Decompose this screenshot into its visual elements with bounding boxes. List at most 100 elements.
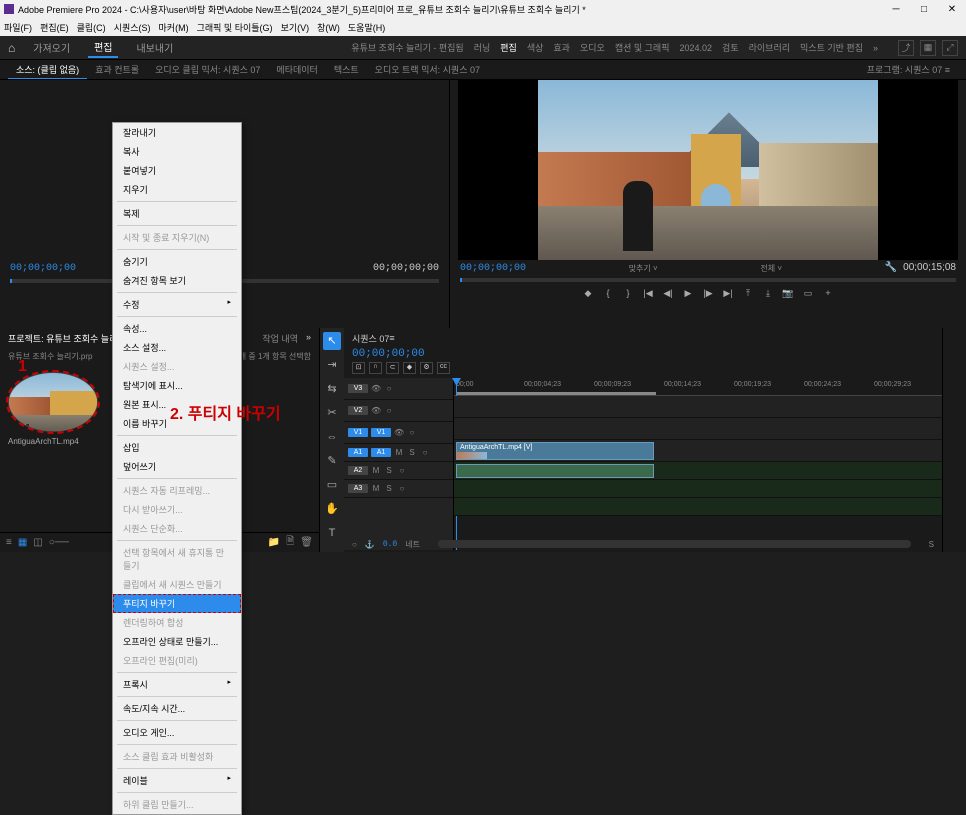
play-button[interactable]: ▶ [681,288,695,302]
add-marker-icon[interactable]: ◆ [581,288,595,302]
export-icon[interactable]: ⤴ [898,40,914,56]
menu-item[interactable]: 푸티지 바꾸기 [113,594,241,613]
maximize-button[interactable]: □ [914,4,934,15]
razor-tool-icon[interactable]: ✂ [323,404,341,422]
mute-icon[interactable]: M [371,484,381,493]
go-out-icon[interactable]: ▶| [721,288,735,302]
tab-audio-clip-mixer[interactable]: 오디오 클립 믹서: 시퀀스 07 [147,61,268,78]
tl-track-v3[interactable] [454,396,942,418]
trash-icon[interactable]: 🗑 [300,537,313,548]
mute-icon[interactable]: M [394,448,404,457]
tl-track-a2[interactable] [454,480,942,498]
tl-toggle-link[interactable]: ⊂ [386,362,399,374]
task-tab[interactable]: 작업 내역 [262,332,298,345]
src-a1[interactable]: A1 [348,448,368,457]
zoom-slider[interactable]: ○── [49,537,69,548]
ws-review[interactable]: 검토 [722,41,739,54]
solo-icon[interactable]: S [929,540,934,549]
menu-item[interactable]: 수정 [113,295,241,314]
export-frame-icon[interactable]: 📷 [781,288,795,302]
timeline-ruler[interactable]: 00;00 00;00;04;23 00;00;09;23 00;00;14;2… [454,378,942,396]
eye-icon[interactable]: 👁 [394,428,404,437]
close-button[interactable]: ✕ [942,4,962,15]
hand-tool-icon[interactable]: ✋ [323,500,341,518]
ws-learning[interactable]: 러닝 [474,41,491,54]
tab-effect-controls[interactable]: 효과 컨트롤 [87,61,147,78]
mark-in-icon[interactable]: { [601,288,615,302]
track-a3[interactable]: A3 [348,484,368,493]
solo-icon[interactable]: S [407,448,417,457]
menu-item[interactable]: 잘라내기 [113,123,241,142]
tab-program[interactable]: 프로그램: 시퀀스 07 ≡ [859,61,958,78]
menu-item[interactable]: 지우기 [113,180,241,199]
tab-text[interactable]: 텍스트 [326,61,367,78]
tl-toggle-cc[interactable]: cc [437,362,450,374]
go-in-icon[interactable]: |◀ [641,288,655,302]
program-scrubber[interactable] [460,278,956,282]
menu-item[interactable]: 프록시 [113,675,241,694]
step-fwd-icon[interactable]: |▶ [701,288,715,302]
track-v1[interactable]: V1 [371,428,391,437]
src-v1[interactable]: V1 [348,428,368,437]
mute-icon[interactable]: M [371,466,381,475]
source-tc-left[interactable]: 00;00;00;00 [10,263,76,274]
ws-export[interactable]: 내보내기 [130,38,179,57]
new-item-icon[interactable]: 🗎 [286,534,294,551]
menu-marker[interactable]: 마커(M) [159,21,189,34]
ws-library[interactable]: 라이브러리 [749,41,790,54]
workspace-icon[interactable]: ▦ [920,40,936,56]
minimize-button[interactable]: ─ [886,4,906,15]
tl-toggle-settings[interactable]: ⚙ [420,362,433,374]
track-a2[interactable]: A2 [348,466,368,475]
menu-file[interactable]: 파일(F) [4,21,32,34]
tab-source[interactable]: 소스: (클립 없음) [8,61,87,79]
program-preview[interactable] [458,80,958,260]
anchor-icon[interactable]: ⚓ [365,540,375,549]
menu-item[interactable]: 오디오 게인... [113,723,241,742]
menu-item[interactable]: 탐색기에 표시... [113,376,241,395]
tab-metadata[interactable]: 메타데이터 [268,61,325,78]
menu-item[interactable]: 속도/지속 시간... [113,699,241,718]
menu-item[interactable]: 삽입 [113,438,241,457]
menu-item[interactable]: 복제 [113,204,241,223]
fullscreen-icon[interactable]: ⤢ [942,40,958,56]
circle-icon[interactable]: ○ [352,540,357,549]
menu-item[interactable]: 붙여넣기 [113,161,241,180]
ws-color[interactable]: 색상 [527,41,544,54]
menu-item[interactable]: 소스 설정... [113,338,241,357]
menu-graphics[interactable]: 그래픽 및 타이틀(G) [197,21,273,34]
ws-captions[interactable]: 캡션 및 그래픽 [615,41,670,54]
icon-view-icon[interactable]: ▦ [18,537,27,548]
extract-icon[interactable]: ⤓ [761,288,775,302]
selection-tool-icon[interactable]: ↖ [323,332,341,350]
solo-icon[interactable]: S [384,484,394,493]
program-fit[interactable]: 맞추기 [629,264,651,273]
type-tool-icon[interactable]: T [323,524,341,542]
step-back-icon[interactable]: ◀| [661,288,675,302]
home-icon[interactable]: ⌂ [8,41,15,55]
clip-video[interactable]: AntiguaArchTL.mp4 [V] [456,442,654,460]
program-tc-left[interactable]: 00;00;00;00 [460,263,526,274]
mark-out-icon[interactable]: } [621,288,635,302]
menu-view[interactable]: 보기(V) [281,21,310,34]
menu-item[interactable]: 숨기기 [113,252,241,271]
lift-icon[interactable]: ⤒ [741,288,755,302]
tl-toggle-snap[interactable]: ∩ [369,362,382,374]
menu-item[interactable]: 덮어쓰기 [113,457,241,476]
tl-timecode[interactable]: 00;00;00;00 [344,348,433,360]
menu-item[interactable]: 오프라인 상태로 만들기... [113,632,241,651]
tl-track-v1[interactable]: AntiguaArchTL.mp4 [V] [454,440,942,462]
tl-track-a1[interactable] [454,462,942,480]
menu-sequence[interactable]: 시퀀스(S) [114,21,151,34]
menu-help[interactable]: 도움말(H) [348,21,385,34]
proj-tab[interactable]: 프로젝트: 유튜브 조회수 늘리기 [8,332,126,345]
solo-icon[interactable]: S [384,466,394,475]
ws-edit[interactable]: 편집 [88,37,118,58]
ripple-edit-tool-icon[interactable]: ⇆ [323,380,341,398]
eye-icon[interactable]: 👁 [371,384,381,393]
plus-icon[interactable]: + [821,288,835,302]
tl-toggle-marker[interactable]: ◆ [403,362,416,374]
ws-effects[interactable]: 효과 [553,41,570,54]
rectangle-tool-icon[interactable]: ▭ [323,476,341,494]
eye-icon[interactable]: 👁 [371,406,381,415]
